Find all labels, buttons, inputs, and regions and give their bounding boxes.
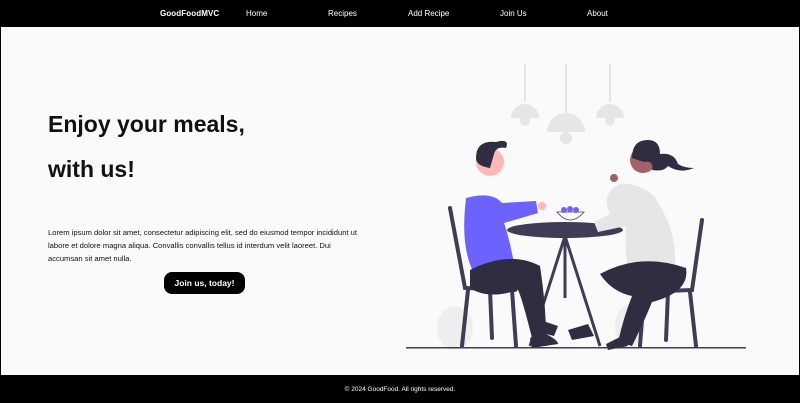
- footer: © 2024 GoodFood. All rights reserved.: [0, 375, 800, 403]
- nav-link-join-us[interactable]: Join Us: [500, 9, 527, 18]
- dining-couple-illustration: [406, 64, 746, 350]
- hero-headline-line1: Enjoy your meals,: [48, 111, 245, 137]
- navbar: GoodFoodMVC Home Recipes Add Recipe Join…: [0, 0, 800, 27]
- woman-figure: [568, 140, 694, 350]
- nav-link-recipes[interactable]: Recipes: [328, 9, 357, 18]
- nav-link-about[interactable]: About: [587, 9, 608, 18]
- pendant-lamps-icon: [511, 64, 624, 144]
- join-us-button[interactable]: Join us, today!: [164, 272, 245, 294]
- footer-copyright: © 2024 GoodFood. All rights reserved.: [344, 385, 456, 393]
- man-figure: [464, 140, 558, 348]
- nav-link-home[interactable]: Home: [246, 9, 267, 18]
- hero-headline-line2: with us!: [48, 156, 135, 182]
- nav-link-add-recipe[interactable]: Add Recipe: [408, 9, 449, 18]
- hero-lead-text: Lorem ipsum dolor sit amet, consectetur …: [48, 228, 357, 264]
- brand-logo[interactable]: GoodFoodMVC: [160, 9, 219, 18]
